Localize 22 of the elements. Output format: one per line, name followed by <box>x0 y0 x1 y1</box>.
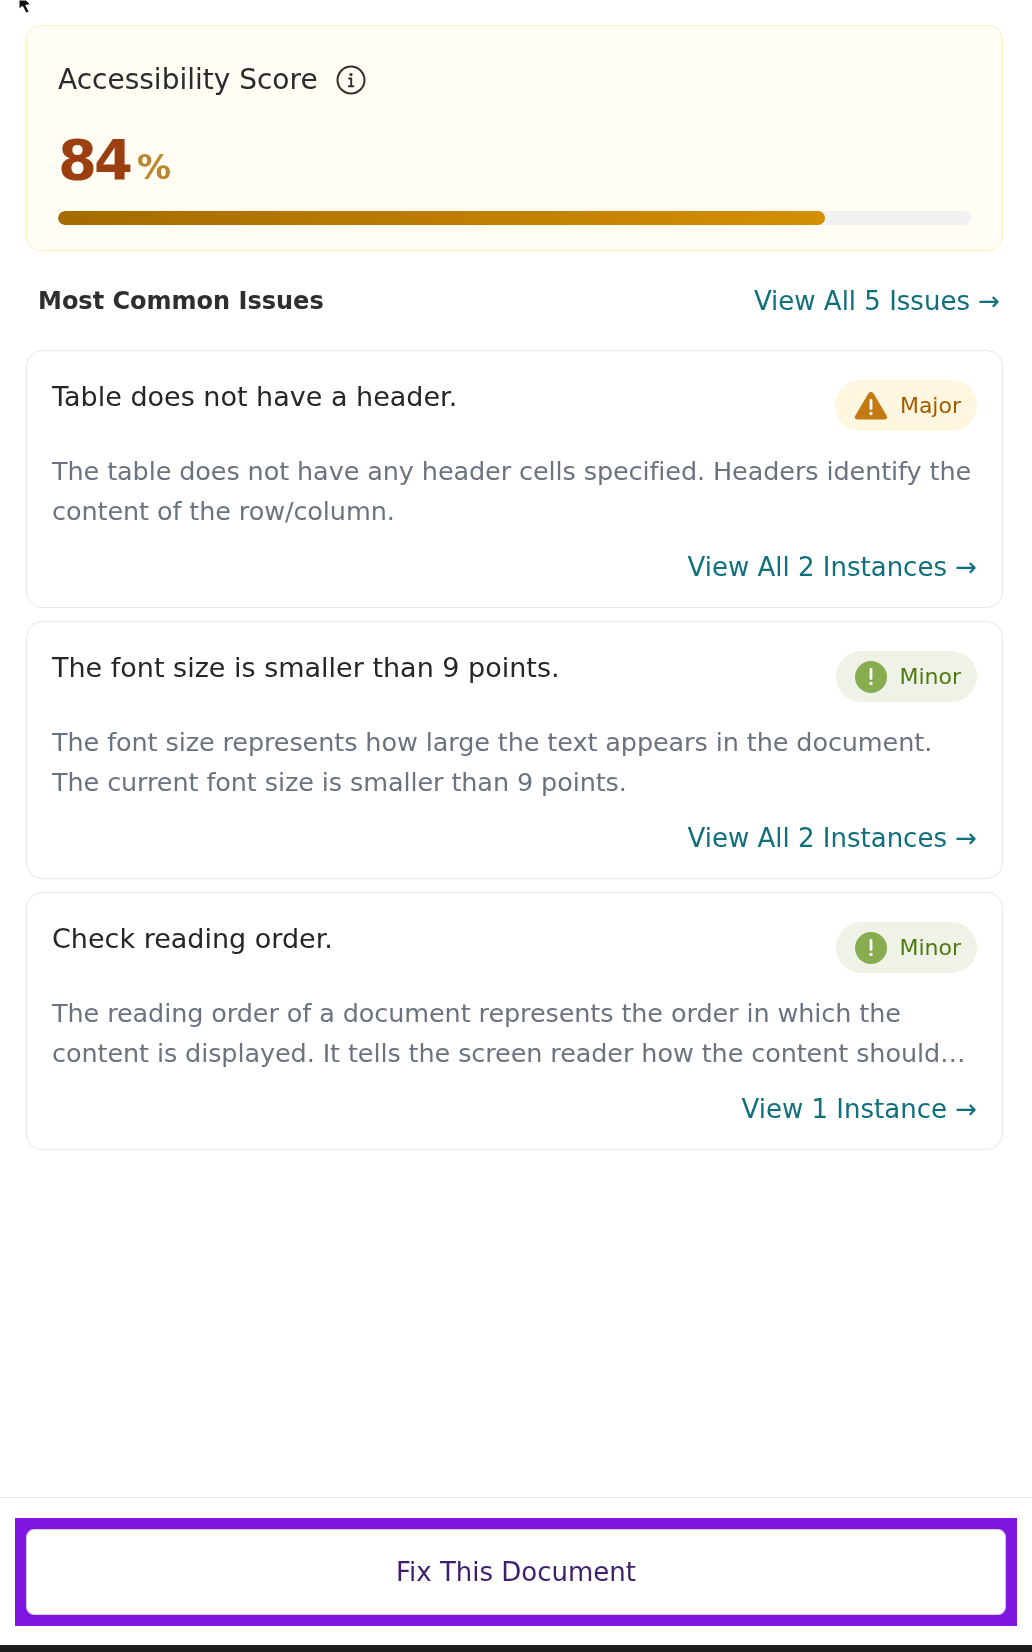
issue-description: The reading order of a document represents the order in which the content is displayed. It tells the screen reader how the content should… <box>52 997 967 1070</box>
issue-title: Table does not have a header. <box>52 380 458 414</box>
severity-label: Minor <box>899 933 961 962</box>
score-title: Accessibility Score <box>58 63 318 97</box>
issue-title: Check reading order. <box>52 922 333 956</box>
score-unit: % <box>136 147 171 187</box>
view-instances-link[interactable]: View All 2 Instances → <box>687 550 977 584</box>
issue-description: The table does not have any header cells specified. Headers identify the content of the row/column. <box>52 455 973 528</box>
issue-description: The font size represents how large the text appears in the document. The current font size is smaller than 9 points. <box>52 726 934 799</box>
info-icon[interactable] <box>335 65 366 95</box>
view-instances-link[interactable]: View 1 Instance → <box>741 1092 977 1126</box>
exclamation-icon <box>855 660 888 693</box>
score-value: 84 <box>58 128 130 192</box>
issue-title: The font size is smaller than 9 points. <box>52 651 560 685</box>
fix-document-button[interactable]: Fix This Document <box>26 1529 1006 1615</box>
view-instances-link[interactable]: View All 2 Instances → <box>687 821 977 855</box>
section-title: Most Common Issues <box>38 286 324 317</box>
view-all-issues-link[interactable]: View All 5 Issues → <box>753 284 1000 318</box>
warning-icon <box>853 391 888 420</box>
severity-label: Major <box>899 391 961 420</box>
severity-label: Minor <box>899 662 961 691</box>
exclamation-icon <box>855 931 888 964</box>
